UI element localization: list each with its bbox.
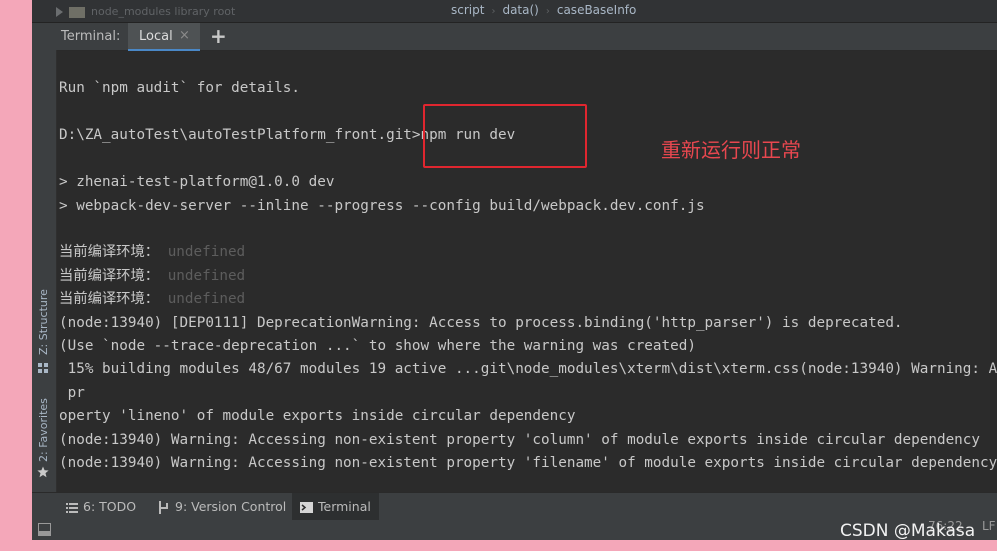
breadcrumb: node_modules library root script › data() ›… bbox=[32, 0, 997, 23]
breadcrumb-item-script[interactable]: script bbox=[451, 3, 484, 17]
breadcrumb-separator-icon: › bbox=[545, 6, 550, 17]
breadcrumb-path: script › data() › caseBaseInfo bbox=[451, 3, 636, 17]
terminal-line: 当前编译环境： undefined bbox=[59, 291, 246, 307]
annotation-text: 重新运行则正常 bbox=[661, 138, 801, 162]
terminal-line: 当前编译环境： undefined bbox=[59, 244, 246, 260]
vcs-branch-icon bbox=[159, 501, 168, 514]
line-separator[interactable]: LF bbox=[982, 519, 996, 533]
terminal-line: > webpack-dev-server --inline --progress… bbox=[59, 198, 705, 214]
terminal-line: pr bbox=[59, 385, 85, 401]
structure-tool-button[interactable]: Z: Structure bbox=[37, 289, 50, 355]
ide-window: node_modules library root script › data() ›… bbox=[32, 0, 997, 540]
tab-todo[interactable]: 6: TODO bbox=[66, 493, 136, 521]
tool-window-bar: 6: TODO 9: Version Control Terminal bbox=[32, 492, 997, 521]
favorites-tool-button[interactable]: 2: Favorites bbox=[37, 398, 50, 462]
close-icon[interactable]: × bbox=[179, 28, 190, 43]
csdn-watermark: CSDN @Makasa bbox=[840, 521, 976, 541]
left-tool-stripe: Z: Structure 2: Favorites bbox=[32, 50, 57, 530]
terminal-tool-header: Terminal: Local × + bbox=[32, 23, 997, 51]
new-session-plus-icon[interactable]: + bbox=[210, 24, 227, 48]
terminal-line: (Use `node --trace-deprecation ...` to s… bbox=[59, 338, 696, 354]
tree-row-label: node_modules library root bbox=[91, 5, 236, 18]
terminal-line: 当前编译环境： undefined bbox=[59, 268, 246, 284]
terminal-line: (node:13940) Warning: Accessing non-exis… bbox=[59, 455, 997, 471]
terminal-line: > zhenai-test-platform@1.0.0 dev bbox=[59, 174, 335, 190]
terminal-line: (node:13940) Warning: Accessing non-exis… bbox=[59, 432, 980, 448]
tab-version-control-label: 9: Version Control bbox=[175, 499, 287, 514]
terminal-icon bbox=[300, 502, 313, 513]
terminal-line: 15% building modules 48/67 modules 19 ac… bbox=[67, 361, 997, 377]
tab-todo-label: 6: TODO bbox=[83, 499, 137, 514]
breadcrumb-separator-icon: › bbox=[491, 6, 496, 17]
folder-icon bbox=[69, 6, 85, 18]
tab-terminal[interactable]: Terminal bbox=[292, 493, 379, 521]
terminal-line: operty 'lineno' of module exports inside… bbox=[59, 408, 576, 424]
breadcrumb-item-casebaseinfo[interactable]: caseBaseInfo bbox=[557, 3, 637, 17]
breadcrumb-item-data[interactable]: data() bbox=[502, 3, 538, 17]
terminal-line: Run `npm audit` for details. bbox=[59, 80, 301, 96]
tab-local-label: Local bbox=[139, 29, 173, 44]
toggle-tool-windows-icon[interactable] bbox=[38, 523, 51, 536]
command-highlight-box bbox=[423, 104, 587, 168]
tab-version-control[interactable]: 9: Version Control bbox=[158, 493, 286, 521]
star-icon[interactable] bbox=[37, 466, 49, 478]
tab-terminal-label: Terminal bbox=[318, 499, 371, 514]
project-tree-row[interactable]: node_modules library root bbox=[56, 5, 316, 19]
todo-list-icon bbox=[66, 502, 78, 513]
terminal-line: (node:13940) [DEP0111] DeprecationWarnin… bbox=[59, 315, 903, 331]
terminal-title: Terminal: bbox=[61, 29, 121, 44]
structure-icon[interactable] bbox=[37, 362, 49, 374]
expand-triangle-icon[interactable] bbox=[56, 7, 63, 17]
tab-local[interactable]: Local × bbox=[128, 23, 200, 51]
